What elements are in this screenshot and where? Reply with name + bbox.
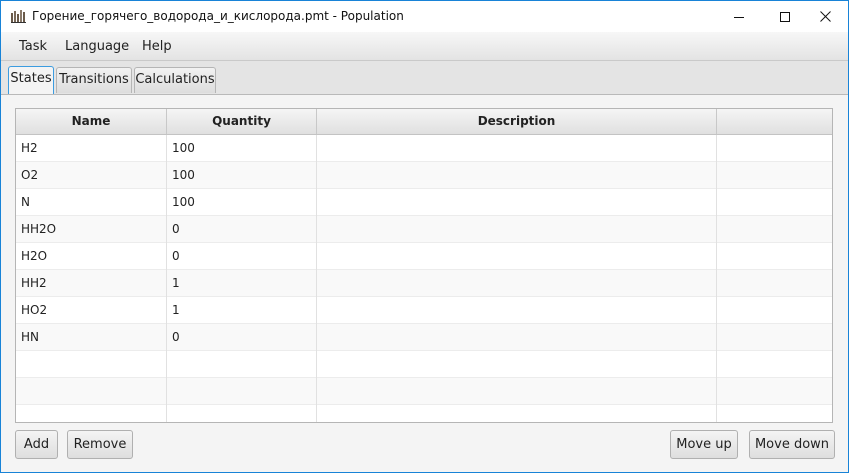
cell-quantity[interactable]: 0 (167, 216, 317, 243)
cell-description[interactable] (317, 297, 717, 324)
cell-description[interactable] (317, 189, 717, 216)
cell-name[interactable]: H2O (16, 243, 167, 270)
tab-states[interactable]: States (8, 66, 54, 94)
cell-extra (717, 216, 832, 243)
table-row[interactable]: O2 100 (16, 162, 832, 189)
cell-quantity[interactable]: 100 (167, 135, 317, 162)
cell-extra (717, 135, 832, 162)
tab-bar: States Transitions Calculations (1, 61, 848, 95)
cell-name[interactable]: HO2 (16, 297, 167, 324)
cell-name[interactable]: O2 (16, 162, 167, 189)
table-row[interactable]: HN 0 (16, 324, 832, 351)
empty-row (16, 405, 832, 422)
add-button[interactable]: Add (15, 430, 58, 459)
empty-cell (317, 405, 717, 422)
empty-cell (167, 378, 317, 405)
table-header: Name Quantity Description (16, 109, 832, 135)
cell-quantity[interactable]: 100 (167, 162, 317, 189)
window-title: Горение_горячего_водорода_и_кислорода.pm… (32, 9, 404, 23)
cell-extra (717, 189, 832, 216)
cell-extra (717, 297, 832, 324)
table-row[interactable]: HH2 1 (16, 270, 832, 297)
cell-name[interactable]: HN (16, 324, 167, 351)
cell-extra (717, 162, 832, 189)
cell-name[interactable]: N (16, 189, 167, 216)
column-header-extra[interactable] (717, 109, 832, 134)
cell-quantity[interactable]: 0 (167, 243, 317, 270)
menu-task[interactable]: Task (19, 39, 47, 54)
close-icon (819, 11, 831, 22)
cell-description[interactable] (317, 270, 717, 297)
empty-cell (16, 405, 167, 422)
remove-button[interactable]: Remove (67, 430, 133, 459)
cell-quantity[interactable]: 1 (167, 270, 317, 297)
empty-cell (717, 351, 832, 378)
empty-cell (167, 351, 317, 378)
bar-chart-icon (11, 10, 27, 23)
table-row[interactable]: HO2 1 (16, 297, 832, 324)
cell-extra (717, 243, 832, 270)
empty-cell (317, 351, 717, 378)
empty-cell (717, 378, 832, 405)
menu-help[interactable]: Help (142, 39, 172, 54)
cell-name[interactable]: HH2O (16, 216, 167, 243)
cell-quantity[interactable]: 1 (167, 297, 317, 324)
empty-cell (317, 378, 717, 405)
cell-extra (717, 270, 832, 297)
tab-transitions[interactable]: Transitions (56, 67, 132, 93)
column-header-name[interactable]: Name (16, 109, 167, 134)
move-down-button[interactable]: Move down (749, 430, 835, 459)
column-header-description[interactable]: Description (317, 109, 717, 134)
title-bar: Горение_горячего_водорода_и_кислорода.pm… (1, 1, 848, 32)
empty-cell (16, 378, 167, 405)
cell-quantity[interactable]: 0 (167, 324, 317, 351)
empty-row (16, 378, 832, 405)
table-row[interactable]: H2 100 (16, 135, 832, 162)
app-window: Горение_горячего_водорода_и_кислорода.pm… (0, 0, 849, 473)
table-row[interactable]: HH2O 0 (16, 216, 832, 243)
cell-extra (717, 324, 832, 351)
minimize-button[interactable] (716, 1, 762, 32)
cell-description[interactable] (317, 135, 717, 162)
cell-description[interactable] (317, 162, 717, 189)
cell-name[interactable]: HH2 (16, 270, 167, 297)
empty-cell (717, 405, 832, 422)
table-row[interactable]: H2O 0 (16, 243, 832, 270)
cell-description[interactable] (317, 216, 717, 243)
cell-description[interactable] (317, 324, 717, 351)
menu-language[interactable]: Language (65, 39, 129, 54)
maximize-icon (780, 11, 790, 22)
close-button[interactable] (802, 1, 848, 32)
minimize-icon (734, 12, 744, 22)
cell-description[interactable] (317, 243, 717, 270)
cell-name[interactable]: H2 (16, 135, 167, 162)
tab-calculations[interactable]: Calculations (134, 67, 216, 93)
empty-cell (16, 351, 167, 378)
states-table[interactable]: Name Quantity Description H2 100 O2 100 … (15, 108, 833, 423)
empty-row (16, 351, 832, 378)
column-header-quantity[interactable]: Quantity (167, 109, 317, 134)
empty-cell (167, 405, 317, 422)
table-row[interactable]: N 100 (16, 189, 832, 216)
menu-bar: Task Language Help (1, 32, 848, 61)
move-up-button[interactable]: Move up (670, 430, 738, 459)
cell-quantity[interactable]: 100 (167, 189, 317, 216)
